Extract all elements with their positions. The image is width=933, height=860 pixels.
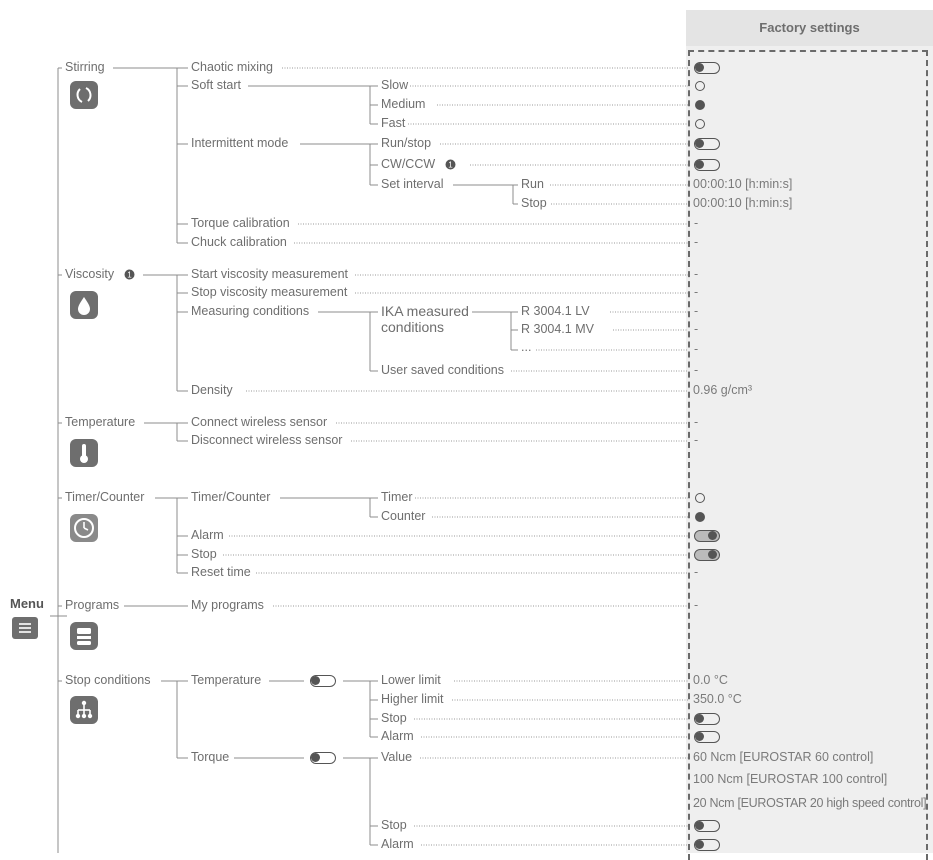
interval-stop-value: 00:00:10 [h:min:s] <box>693 196 793 210</box>
my-programs-label[interactable]: My programs <box>191 598 264 613</box>
lower-limit-label[interactable]: Lower limit <box>381 673 441 688</box>
alarm-label[interactable]: Alarm <box>191 528 224 543</box>
thermometer-icon[interactable] <box>70 439 98 467</box>
start-viscosity-label[interactable]: Start viscosity measurement <box>191 267 348 282</box>
fast-radio[interactable] <box>695 119 705 129</box>
hierarchy-icon[interactable] <box>70 696 98 724</box>
torque-toggle[interactable] <box>310 752 336 764</box>
sc-stop-label[interactable]: Stop <box>381 711 407 726</box>
tq-alarm-toggle[interactable] <box>694 839 720 851</box>
interval-stop-label[interactable]: Stop <box>521 196 547 211</box>
interval-run-value: 00:00:10 [h:min:s] <box>693 177 793 191</box>
chaotic-mixing-toggle[interactable] <box>694 62 720 74</box>
reset-time-label[interactable]: Reset time <box>191 565 251 580</box>
sc-stop-toggle[interactable] <box>694 713 720 725</box>
medium-label[interactable]: Medium <box>381 97 425 112</box>
run-stop-toggle[interactable] <box>694 138 720 150</box>
stop-conditions-label[interactable]: Stop conditions <box>65 673 150 688</box>
slow-radio[interactable] <box>695 81 705 91</box>
cw-ccw-label[interactable]: CW/CCW <box>381 157 435 172</box>
my-programs-default: - <box>694 598 699 612</box>
more-conditions-default: - <box>694 342 699 356</box>
tq-stop-label[interactable]: Stop <box>381 818 407 833</box>
density-value: 0.96 g/cm³ <box>693 383 753 397</box>
torque-value-100: 100 Ncm [EUROSTAR 100 control] <box>693 772 888 786</box>
torque-calibration-label[interactable]: Torque calibration <box>191 216 290 231</box>
stirring-icon[interactable] <box>70 81 98 109</box>
tq-alarm-label[interactable]: Alarm <box>381 837 414 852</box>
disconnect-sensor-label[interactable]: Disconnect wireless sensor <box>191 433 342 448</box>
stirring-label[interactable]: Stirring <box>65 60 105 75</box>
ika-measured-label[interactable]: IKA measured <box>381 304 469 319</box>
temperature-label[interactable]: Temperature <box>65 415 135 430</box>
stop-tc-toggle[interactable] <box>694 549 720 561</box>
chuck-calibration-label[interactable]: Chuck calibration <box>191 235 287 250</box>
r3004-mv-label[interactable]: R 3004.1 MV <box>521 322 594 337</box>
lower-limit-value: 0.0 °C <box>693 673 728 687</box>
stop-tc-label[interactable]: Stop <box>191 547 217 562</box>
menu-tree-lines <box>50 67 688 853</box>
medium-radio[interactable] <box>695 100 705 110</box>
higher-limit-value: 350.0 °C <box>693 692 742 706</box>
r3004-mv-default: - <box>694 322 699 336</box>
fast-label[interactable]: Fast <box>381 116 405 131</box>
clock-icon[interactable] <box>70 514 98 542</box>
run-stop-label[interactable]: Run/stop <box>381 136 431 151</box>
info-icon: 1 <box>445 159 456 170</box>
higher-limit-label[interactable]: Higher limit <box>381 692 444 707</box>
r3004-lv-label[interactable]: R 3004.1 LV <box>521 304 590 319</box>
measuring-conditions-label[interactable]: Measuring conditions <box>191 304 309 319</box>
torque-value-20: 20 Ncm [EUROSTAR 20 high speed control] <box>693 796 927 810</box>
torque-value-60: 60 Ncm [EUROSTAR 60 control] <box>693 750 874 764</box>
value-label[interactable]: Value <box>381 750 412 765</box>
timer-counter-sub-label[interactable]: Timer/Counter <box>191 490 270 505</box>
cw-ccw-toggle[interactable] <box>694 159 720 171</box>
menu-icon[interactable] <box>12 617 38 639</box>
torque-calibration-default: - <box>694 216 699 230</box>
programs-label[interactable]: Programs <box>65 598 119 613</box>
user-saved-label[interactable]: User saved conditions <box>381 363 504 378</box>
soft-start-label[interactable]: Soft start <box>191 78 241 93</box>
slow-label[interactable]: Slow <box>381 78 408 93</box>
stop-viscosity-default: - <box>694 285 699 299</box>
alarm-toggle[interactable] <box>694 530 720 542</box>
programs-icon[interactable] <box>70 622 98 650</box>
stop-viscosity-label[interactable]: Stop viscosity measurement <box>191 285 347 300</box>
sc-temperature-toggle[interactable] <box>310 675 336 687</box>
density-label[interactable]: Density <box>191 383 233 398</box>
svg-text:1: 1 <box>127 271 132 280</box>
start-viscosity-default: - <box>694 267 699 281</box>
ika-conditions-label[interactable]: conditions <box>381 320 444 335</box>
set-interval-label[interactable]: Set interval <box>381 177 444 192</box>
sc-temperature-label[interactable]: Temperature <box>191 673 261 688</box>
drop-icon[interactable] <box>70 291 98 319</box>
r3004-lv-default: - <box>694 304 699 318</box>
more-conditions-label[interactable]: ... <box>521 340 531 355</box>
user-saved-default: - <box>694 363 699 377</box>
disconnect-sensor-default: - <box>694 433 699 447</box>
timer-label[interactable]: Timer <box>381 490 412 505</box>
intermittent-mode-label[interactable]: Intermittent mode <box>191 136 288 151</box>
torque-label[interactable]: Torque <box>191 750 229 765</box>
connect-sensor-default: - <box>694 415 699 429</box>
sc-alarm-label[interactable]: Alarm <box>381 729 414 744</box>
tree-solid-lines <box>50 67 518 853</box>
tq-stop-toggle[interactable] <box>694 820 720 832</box>
menu-label: Menu <box>10 596 44 611</box>
timer-radio[interactable] <box>695 493 705 503</box>
chaotic-mixing-label[interactable]: Chaotic mixing <box>191 60 273 75</box>
sc-alarm-toggle[interactable] <box>694 731 720 743</box>
reset-time-default: - <box>694 565 699 579</box>
chuck-calibration-default: - <box>694 235 699 249</box>
connect-sensor-label[interactable]: Connect wireless sensor <box>191 415 327 430</box>
counter-label[interactable]: Counter <box>381 509 425 524</box>
viscosity-label[interactable]: Viscosity <box>65 267 114 282</box>
timer-counter-label[interactable]: Timer/Counter <box>65 490 144 505</box>
interval-run-label[interactable]: Run <box>521 177 544 192</box>
counter-radio[interactable] <box>695 512 705 522</box>
svg-text:1: 1 <box>448 161 453 170</box>
info-icon: 1 <box>124 269 135 280</box>
